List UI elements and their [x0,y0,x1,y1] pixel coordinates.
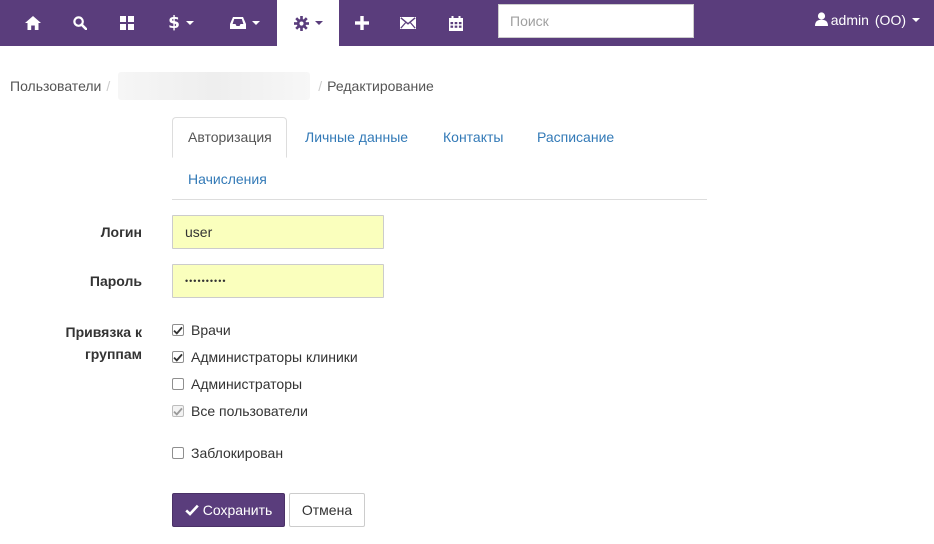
checkbox-checked-disabled [172,405,184,417]
checkbox-checked[interactable] [172,351,184,363]
check-icon [185,504,199,516]
blocked-option[interactable]: Заблокирован [172,444,283,462]
nav-add[interactable] [339,0,384,46]
checkbox-unchecked[interactable] [172,378,184,390]
nav-calendar[interactable] [432,0,480,46]
tab-personal-data[interactable]: Личные данные [290,117,423,158]
plus-icon [354,16,369,30]
chevron-down-icon [314,21,323,25]
checkbox-label: Врачи [191,322,231,338]
group-option-doctors[interactable]: Врачи [172,321,231,339]
dashboard-icon [119,16,134,30]
chevron-down-icon [251,21,260,25]
user-icon [814,11,831,29]
user-menu-dropdown[interactable]: admin (ОО) [814,0,920,40]
checkbox-label: Администраторы клиники [191,349,358,365]
tab-authorization[interactable]: Авторизация [172,117,287,158]
chevron-down-icon [185,21,194,25]
tab-accruals[interactable]: Начисления [173,159,282,200]
checkbox-label: Администраторы [191,376,303,392]
nav-home[interactable] [9,0,56,46]
nav-dashboard[interactable] [103,0,150,46]
tab-schedule[interactable]: Расписание [522,117,629,158]
checkbox-unchecked[interactable] [172,447,184,459]
save-button[interactable]: Сохранить [172,493,285,527]
breadcrumb-separator: / [318,78,323,94]
chevron-down-icon [912,18,920,22]
groups-label: Привязка к группам [66,321,142,365]
gear-icon [293,15,309,31]
nav-messages[interactable] [384,0,432,46]
groups-label-line1: Привязка к [65,324,142,340]
nav-settings-dropdown[interactable] [277,0,339,46]
breadcrumb-current: Редактирование [327,78,434,94]
groups-label-line2: группам [84,346,142,362]
breadcrumb: Пользователи / / Редактирование [10,72,434,100]
login-field[interactable] [172,215,384,249]
checkbox-label: Все пользователи [191,403,308,419]
calendar-icon [449,15,463,31]
login-label: Логин [100,224,142,240]
inbox-icon [229,16,246,30]
group-option-clinic-admins[interactable]: Администраторы клиники [172,348,358,366]
group-option-admins[interactable]: Администраторы [172,375,302,393]
tab-bar: Авторизация Личные данные Контакты Распи… [172,117,707,200]
breadcrumb-users-link[interactable]: Пользователи [10,78,101,94]
password-field[interactable] [172,264,384,298]
nav-inbox-dropdown[interactable] [212,0,277,46]
dollar-icon: $ [168,12,180,33]
nav-search[interactable] [56,0,103,46]
cancel-button[interactable]: Отмена [289,493,365,527]
breadcrumb-separator: / [106,78,111,94]
user-role: (ОО) [874,12,906,28]
search-input[interactable] [498,4,694,38]
save-button-label: Сохранить [202,502,273,518]
blocked-label: Заблокирован [191,445,284,461]
nav-finance-dropdown[interactable]: $ [150,0,212,46]
breadcrumb-user-link-redacted[interactable] [118,72,311,100]
search-icon [72,16,87,30]
password-label: Пароль [89,273,142,289]
user-name: admin [830,12,869,28]
tab-contacts[interactable]: Контакты [428,117,518,158]
envelope-icon [400,17,416,29]
group-option-all-users: Все пользователи [172,402,308,420]
home-icon [24,16,41,30]
top-navbar: $ admin (ОО) [0,0,934,46]
checkbox-checked[interactable] [172,324,184,336]
